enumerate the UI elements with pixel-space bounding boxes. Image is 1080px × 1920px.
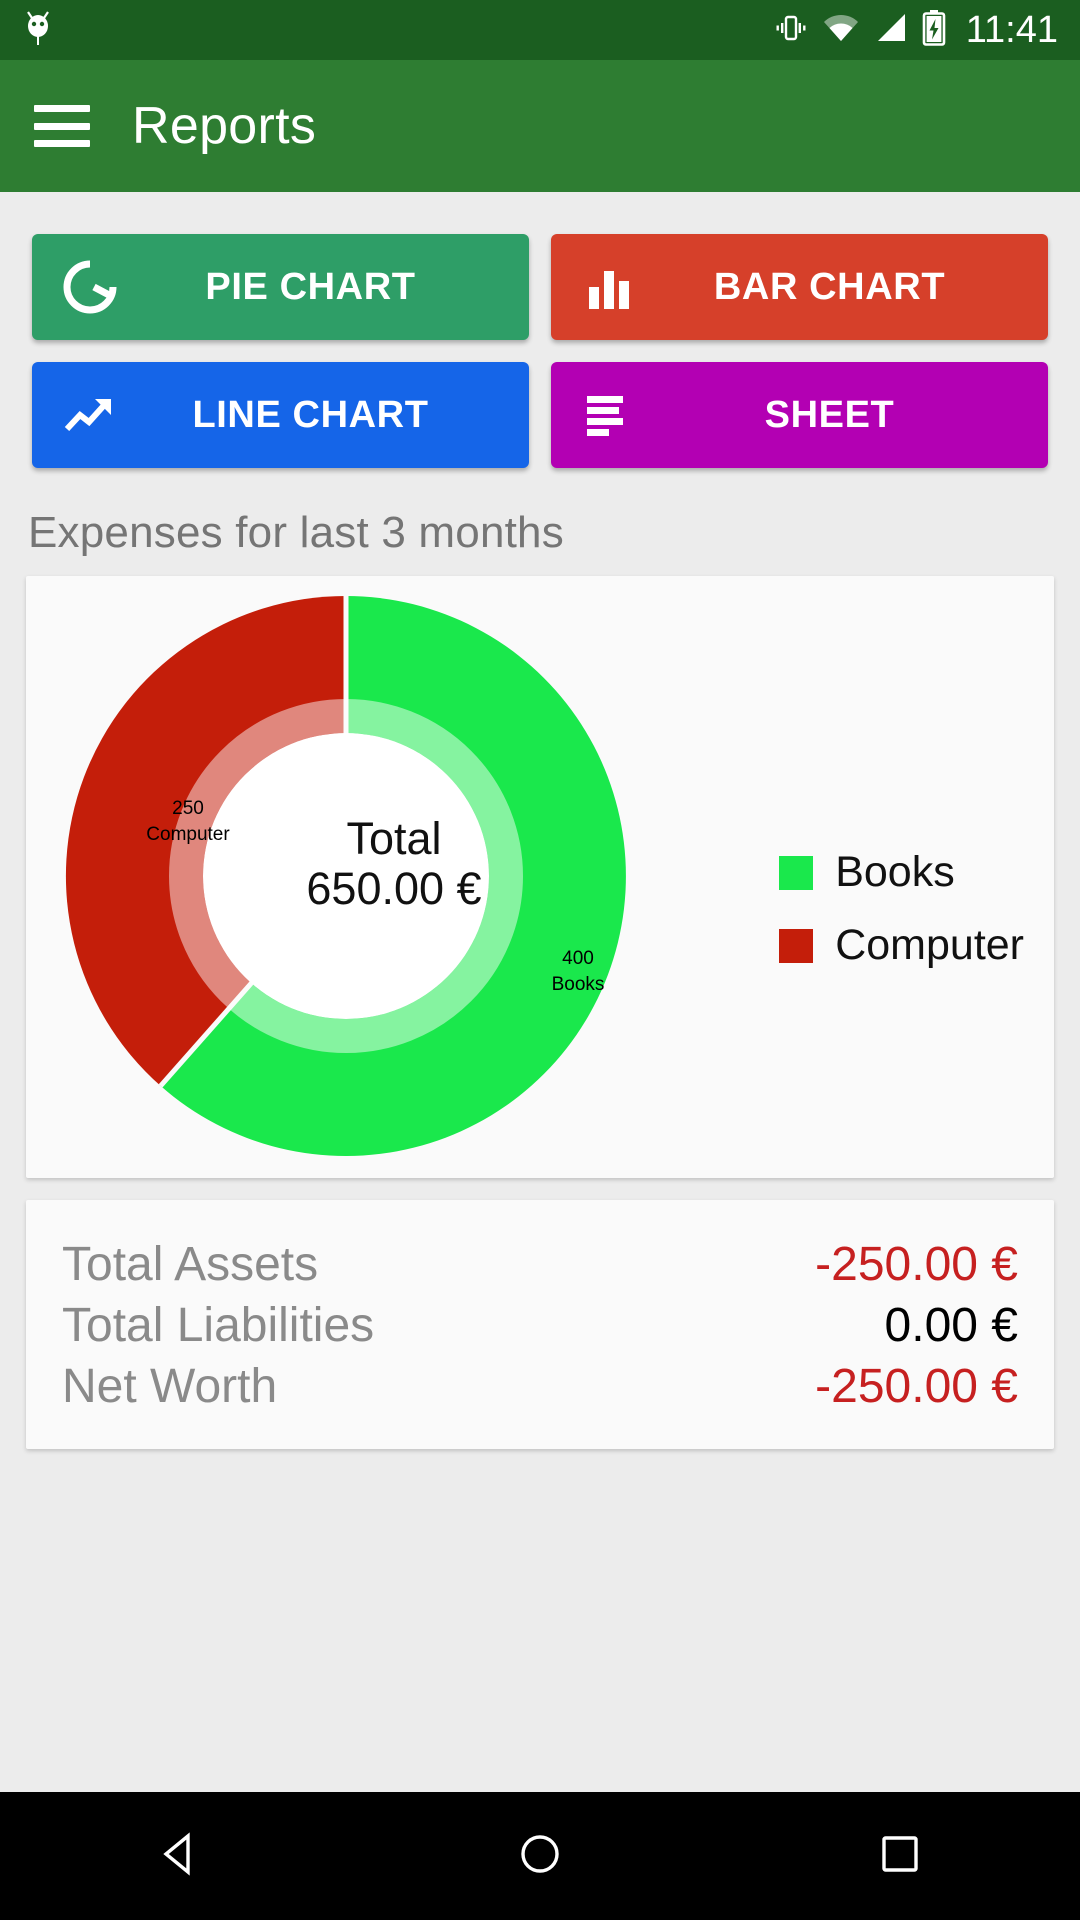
sheet-list-icon bbox=[551, 391, 667, 439]
status-bar-clock: 11:41 bbox=[965, 9, 1058, 51]
recents-square-icon bbox=[876, 1830, 924, 1883]
summary-row-total-assets: Total Assets -250.00 € bbox=[62, 1234, 1018, 1295]
app-bar: Reports bbox=[0, 60, 1080, 192]
home-circle-icon bbox=[516, 1830, 564, 1883]
total-assets-label: Total Assets bbox=[62, 1238, 319, 1291]
section-title: Expenses for last 3 months bbox=[28, 508, 564, 557]
total-assets-value: -250.00 € bbox=[815, 1238, 1018, 1291]
recents-button[interactable] bbox=[840, 1792, 960, 1920]
back-triangle-icon bbox=[156, 1830, 204, 1883]
status-bar-left bbox=[22, 9, 54, 52]
chart-legend: Books Computer bbox=[779, 848, 1024, 970]
bar-chart-icon bbox=[551, 261, 667, 313]
legend-item-books: Books bbox=[779, 848, 1024, 897]
android-bug-icon bbox=[22, 9, 54, 52]
legend-item-computer: Computer bbox=[779, 921, 1024, 970]
pie-chart-icon bbox=[32, 258, 148, 316]
legend-swatch-books bbox=[779, 855, 814, 890]
sheet-button-label: SHEET bbox=[764, 393, 895, 436]
signal-icon bbox=[874, 12, 908, 49]
android-navigation-bar bbox=[0, 1792, 1080, 1920]
legend-label-books: Books bbox=[835, 848, 955, 896]
line-chart-icon bbox=[32, 389, 148, 441]
wifi-icon bbox=[822, 12, 860, 49]
summary-row-net-worth: Net Worth -250.00 € bbox=[62, 1356, 1018, 1417]
summary-card: Total Assets -250.00 € Total Liabilities… bbox=[26, 1200, 1054, 1449]
legend-label-computer: Computer bbox=[835, 921, 1024, 969]
page-title: Reports bbox=[132, 97, 317, 155]
vibrate-icon bbox=[774, 11, 808, 50]
chart-card: Total 650.00 € 250 Computer 400 Books Bo… bbox=[26, 576, 1054, 1178]
content-area: PIE CHART BAR CHART LINE CHART SHEET Exp… bbox=[0, 192, 1080, 1792]
status-bar: 11:41 bbox=[0, 0, 1080, 60]
line-chart-button-label: LINE CHART bbox=[192, 393, 429, 436]
battery-charging-icon bbox=[922, 9, 946, 51]
legend-swatch-computer bbox=[779, 928, 814, 963]
report-buttons-grid: PIE CHART BAR CHART LINE CHART SHEET bbox=[0, 192, 1080, 468]
back-button[interactable] bbox=[120, 1792, 240, 1920]
bar-chart-button-label: BAR CHART bbox=[713, 265, 946, 308]
home-button[interactable] bbox=[480, 1792, 600, 1920]
status-bar-right: 11:41 bbox=[774, 9, 1058, 51]
hamburger-menu-icon[interactable] bbox=[34, 105, 90, 147]
bar-chart-button[interactable]: BAR CHART bbox=[551, 234, 1048, 340]
line-chart-button[interactable]: LINE CHART bbox=[32, 362, 529, 468]
net-worth-label: Net Worth bbox=[62, 1360, 278, 1413]
pie-chart-graphic[interactable]: Total 650.00 € 250 Computer 400 Books bbox=[56, 586, 676, 1166]
net-worth-value: -250.00 € bbox=[815, 1360, 1018, 1413]
summary-row-total-liabilities: Total Liabilities 0.00 € bbox=[62, 1295, 1018, 1356]
total-liabilities-label: Total Liabilities bbox=[62, 1299, 375, 1352]
total-liabilities-value: 0.00 € bbox=[884, 1299, 1018, 1352]
pie-chart-button-label: PIE CHART bbox=[205, 265, 416, 308]
sheet-button[interactable]: SHEET bbox=[551, 362, 1048, 468]
pie-chart-button[interactable]: PIE CHART bbox=[32, 234, 529, 340]
